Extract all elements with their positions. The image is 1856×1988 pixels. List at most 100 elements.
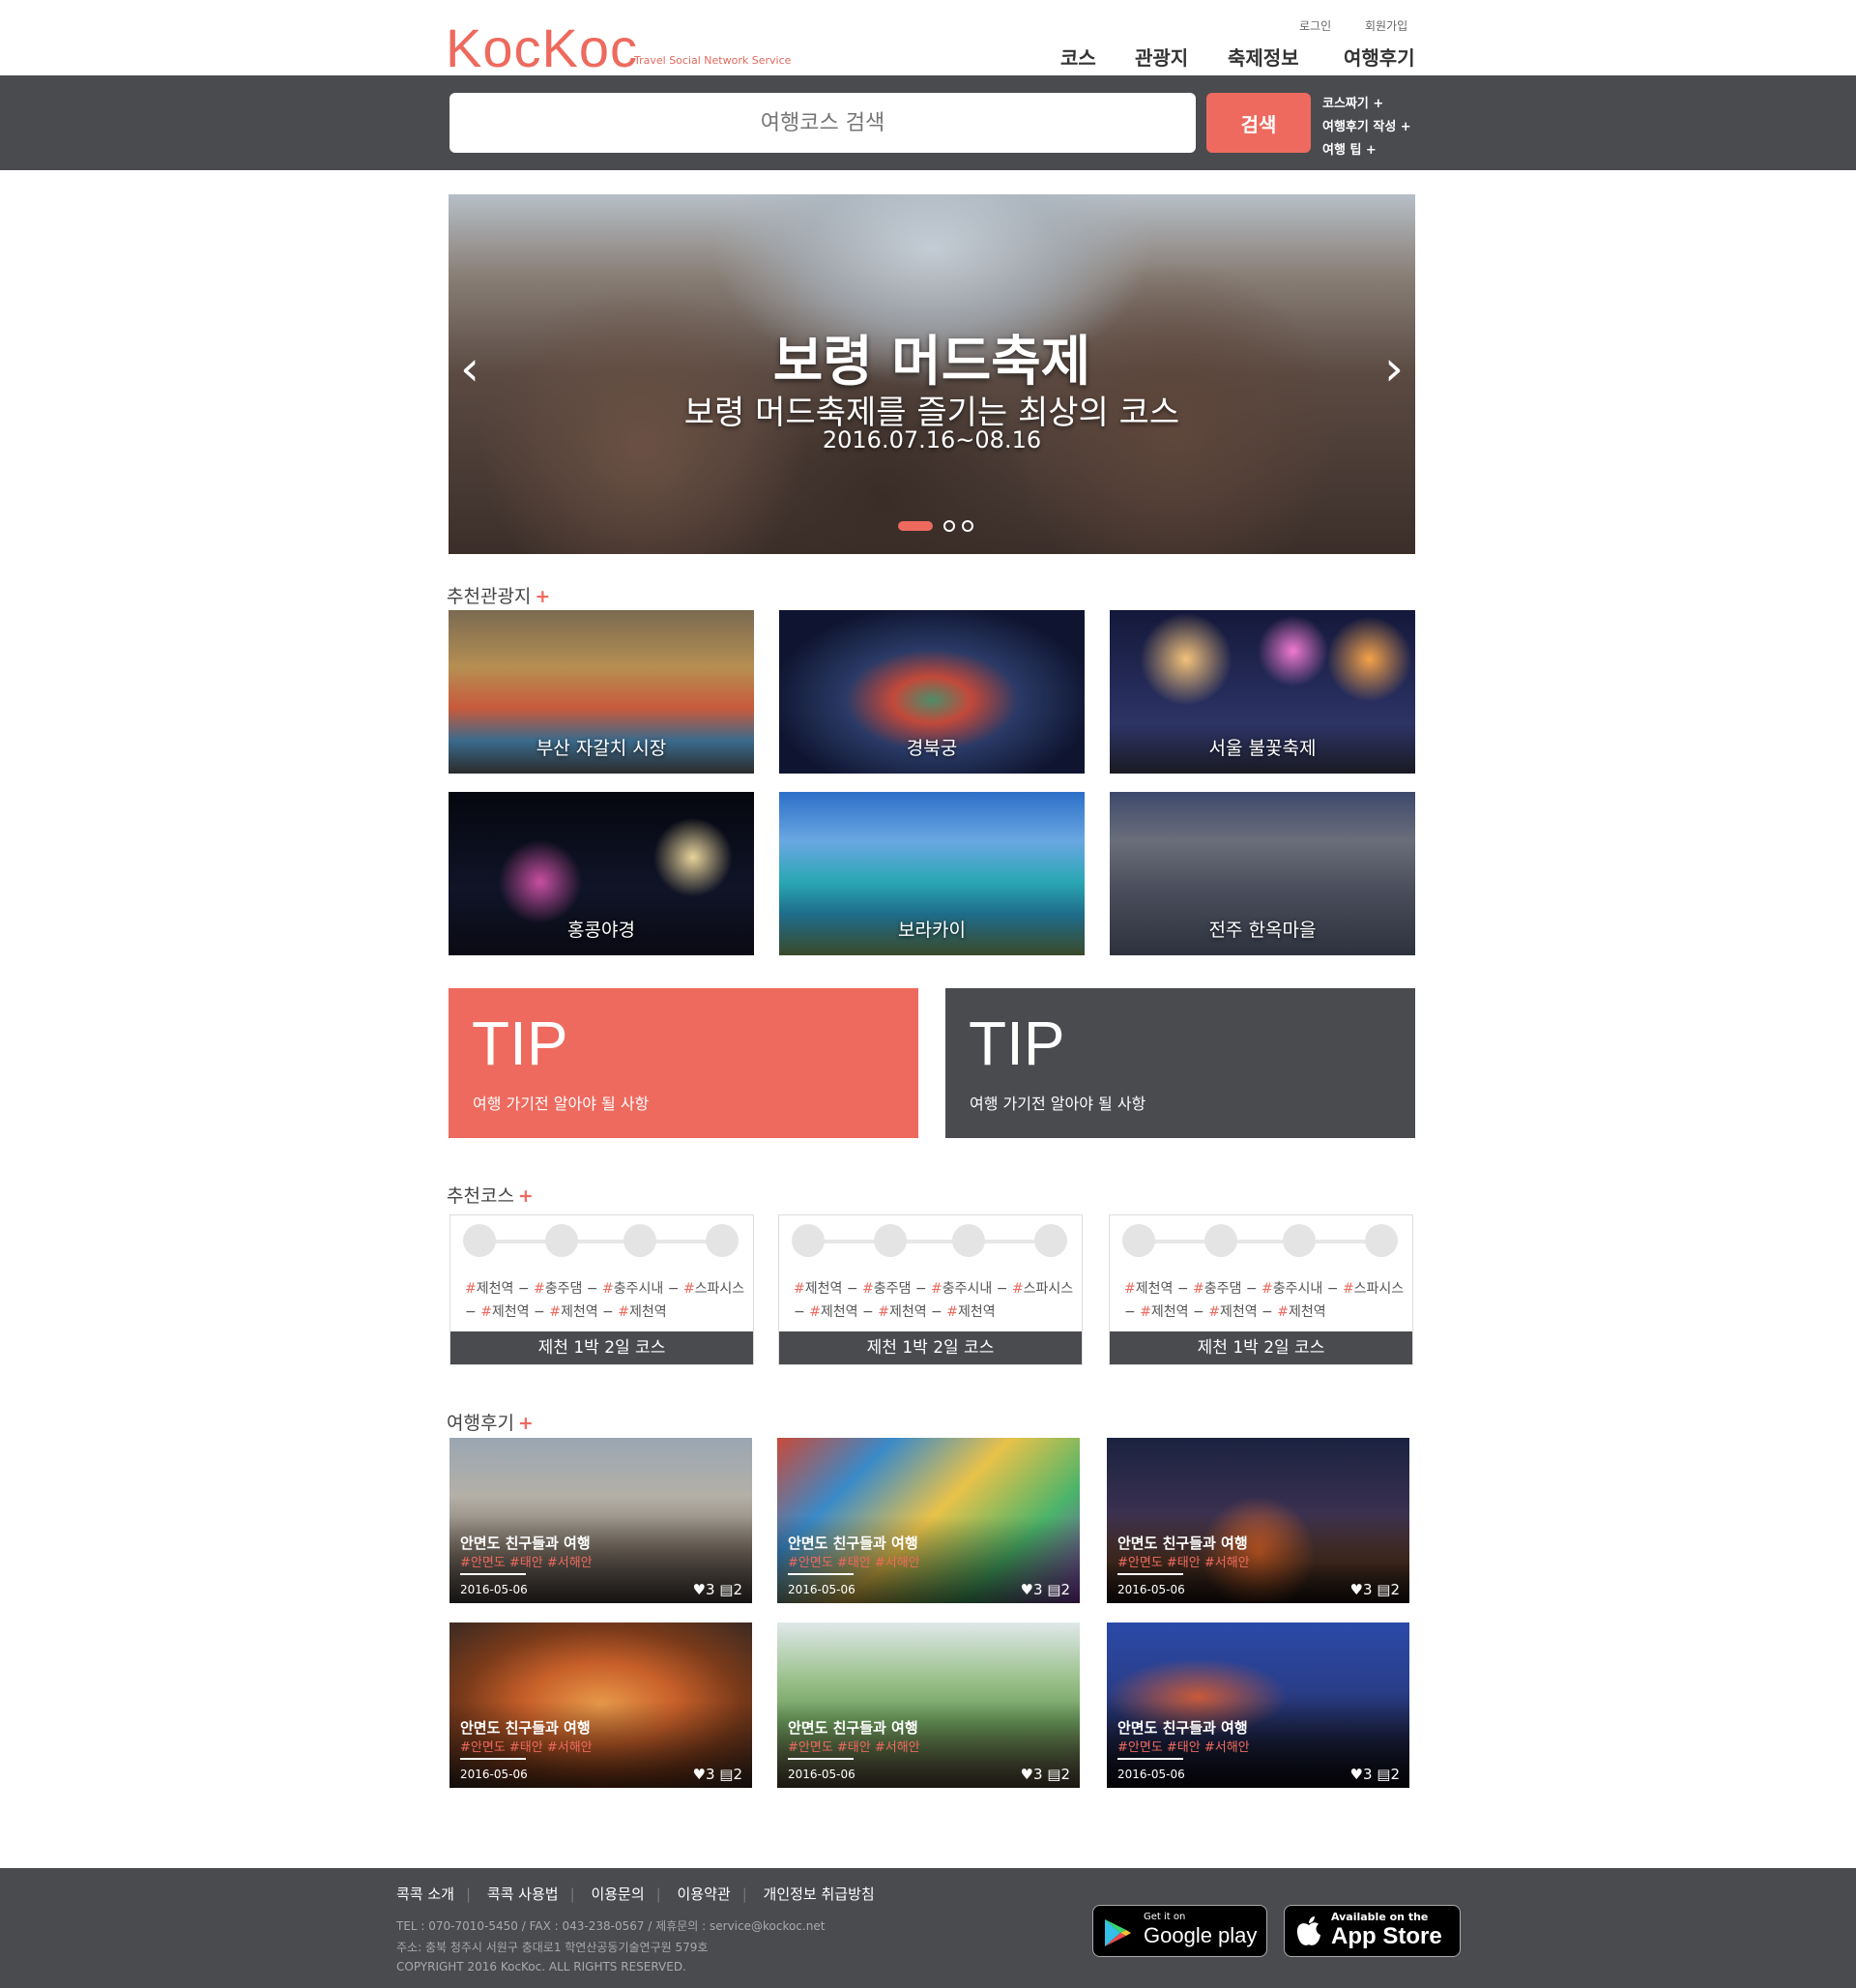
more-attractions-button[interactable]: + <box>535 586 550 607</box>
tip-subtitle: 여행 가기전 알아야 될 사항 <box>970 1095 1146 1113</box>
course-tags: #제천역 − #충주댐 − #충주시내 − #스파시스 − #제천역 − #제천… <box>1124 1281 1405 1320</box>
app-store-badge[interactable]: Available on the App Store <box>1284 1905 1461 1957</box>
nav-festival[interactable]: 축제정보 <box>1228 43 1299 71</box>
comment-icon: ▤ <box>719 1766 734 1783</box>
more-courses-button[interactable]: + <box>518 1185 534 1207</box>
course-card[interactable]: #제천역 − #충주댐 − #충주시내 − #스파시스 − #제천역 − #제천… <box>450 1214 754 1365</box>
footer-contact: TEL : 070-7010-5450 / FAX : 043-238-0567… <box>396 1919 826 1933</box>
attraction-tile[interactable]: 전주 한옥마을 <box>1110 792 1415 955</box>
review-date: 2016-05-06 <box>1117 1583 1185 1596</box>
attraction-label: 부산 자갈치 시장 <box>536 738 667 759</box>
google-play-icon <box>1105 1919 1131 1946</box>
review-stats: ♥3 ▤2 <box>1020 1766 1070 1783</box>
tip-card[interactable]: TIP 여행 가기전 알아야 될 사항 <box>449 988 918 1138</box>
section-title-text: 추천관광지 <box>447 586 532 607</box>
footer-link-contact[interactable]: 이용문의 <box>591 1886 644 1903</box>
review-date: 2016-05-06 <box>1117 1768 1185 1781</box>
attraction-label: 경북궁 <box>906 738 958 759</box>
course-node <box>792 1224 825 1257</box>
app-store-small: Available on the <box>1331 1911 1429 1923</box>
nav-reviews[interactable]: 여행후기 <box>1344 43 1415 71</box>
review-progress <box>1117 1758 1183 1760</box>
review-tags: #안면도 #태안 #서해안 <box>1117 1556 1250 1570</box>
review-tags: #안면도 #태안 #서해안 <box>1117 1740 1250 1755</box>
nav-course[interactable]: 코스 <box>1060 43 1096 71</box>
review-progress <box>460 1758 526 1760</box>
quick-link-tip[interactable]: 여행 팁 + <box>1322 139 1377 158</box>
attraction-tile[interactable]: 보라카이 <box>779 792 1085 955</box>
login-link[interactable]: 로그인 <box>1299 17 1331 34</box>
comment-icon: ▤ <box>1377 1581 1391 1598</box>
footer-copyright: COPYRIGHT 2016 KocKoc. ALL RIGHTS RESERV… <box>396 1960 686 1973</box>
footer-link-about[interactable]: 콕콕 소개 <box>396 1886 454 1903</box>
comment-icon: ▤ <box>1377 1766 1391 1783</box>
hero-banner[interactable]: ‹ › 보령 머드축제 보령 머드축제를 즐기는 최상의 코스 2016.07.… <box>449 194 1415 554</box>
review-tags: #안면도 #태안 #서해안 <box>460 1556 593 1570</box>
review-date: 2016-05-06 <box>460 1583 528 1596</box>
tip-title: TIP <box>472 1009 568 1078</box>
footer-link-howto[interactable]: 콕콕 사용법 <box>487 1886 559 1903</box>
tip-subtitle: 여행 가기전 알아야 될 사항 <box>473 1095 650 1113</box>
comment-icon: ▤ <box>1047 1581 1061 1598</box>
quick-link-review[interactable]: 여행후기 작성 + <box>1322 116 1411 134</box>
attraction-label: 보라카이 <box>898 920 966 941</box>
heart-icon: ♥ <box>692 1581 706 1598</box>
course-node <box>1283 1224 1316 1257</box>
heart-icon: ♥ <box>1349 1581 1363 1598</box>
hero-date: 2016.07.16~08.16 <box>822 426 1042 453</box>
review-tags: #안면도 #태안 #서해안 <box>788 1740 920 1755</box>
course-node <box>1204 1224 1237 1257</box>
review-card[interactable]: 안면도 친구들과 여행 #안면도 #태안 #서해안 2016-05-06 ♥3 … <box>1107 1623 1409 1788</box>
search-input[interactable] <box>450 93 1196 153</box>
review-card[interactable]: 안면도 친구들과 여행 #안면도 #태안 #서해안 2016-05-06 ♥3 … <box>1107 1438 1409 1603</box>
footer-links: 콕콕 소개 | 콕콕 사용법 | 이용문의 | 이용약관 | 개인정보 취급방침 <box>396 1886 875 1903</box>
review-card[interactable]: 안면도 친구들과 여행 #안면도 #태안 #서해안 2016-05-06 ♥3 … <box>777 1438 1080 1603</box>
quick-link-course[interactable]: 코스짜기 + <box>1322 93 1383 111</box>
footer <box>0 1868 1856 1988</box>
review-stats: ♥3 ▤2 <box>692 1581 742 1598</box>
comment-icon: ▤ <box>1047 1766 1061 1783</box>
slide-indicator[interactable] <box>962 520 973 532</box>
more-reviews-button[interactable]: + <box>518 1413 534 1434</box>
signup-link[interactable]: 회원가입 <box>1365 17 1407 34</box>
google-play-small: Get it on <box>1144 1912 1186 1922</box>
review-card[interactable]: 안면도 친구들과 여행 #안면도 #태안 #서해안 2016-05-06 ♥3 … <box>777 1623 1080 1788</box>
google-play-badge[interactable]: Get it on Google play <box>1092 1905 1267 1957</box>
attraction-tile[interactable]: 서울 불꽃축제 <box>1110 610 1415 774</box>
attraction-label: 홍콩야경 <box>567 920 635 941</box>
slide-indicator[interactable] <box>943 520 955 532</box>
attraction-tile[interactable]: 경북궁 <box>779 610 1085 774</box>
attraction-tile[interactable]: 부산 자갈치 시장 <box>449 610 754 774</box>
review-card[interactable]: 안면도 친구들과 여행 #안면도 #태안 #서해안 2016-05-06 ♥3 … <box>450 1438 752 1603</box>
nav-attractions[interactable]: 관광지 <box>1135 43 1188 71</box>
slide-indicator-active[interactable] <box>898 521 933 531</box>
footer-link-privacy[interactable]: 개인정보 취급방침 <box>764 1886 875 1903</box>
course-route-line <box>479 1240 726 1243</box>
review-card[interactable]: 안면도 친구들과 여행 #안면도 #태안 #서해안 2016-05-06 ♥3 … <box>450 1623 752 1788</box>
review-title: 안면도 친구들과 여행 <box>1117 1535 1248 1552</box>
course-card[interactable]: #제천역 − #충주댐 − #충주시내 − #스파시스 − #제천역 − #제천… <box>778 1214 1083 1365</box>
course-card[interactable]: #제천역 − #충주댐 − #충주시내 − #스파시스 − #제천역 − #제천… <box>1109 1214 1413 1365</box>
review-title: 안면도 친구들과 여행 <box>460 1719 591 1737</box>
comment-icon: ▤ <box>719 1581 734 1598</box>
heart-icon: ♥ <box>1020 1581 1033 1598</box>
attraction-tile[interactable]: 홍콩야경 <box>449 792 754 955</box>
heart-icon: ♥ <box>692 1766 706 1783</box>
attraction-label: 전주 한옥마을 <box>1208 920 1317 941</box>
footer-address: 주소: 충북 청주시 서원구 충대로1 학연산공동기술연구원 579호 <box>396 1941 709 1954</box>
review-tags: #안면도 #태안 #서해안 <box>788 1556 920 1570</box>
section-title-text: 추천코스 <box>447 1185 514 1207</box>
footer-link-terms[interactable]: 이용약관 <box>677 1886 730 1903</box>
review-stats: ♥3 ▤2 <box>1349 1581 1400 1598</box>
logo[interactable]: KocKoc <box>446 21 638 75</box>
course-tags: #제천역 − #충주댐 − #충주시내 − #스파시스 − #제천역 − #제천… <box>465 1281 745 1320</box>
review-stats: ♥3 ▤2 <box>1349 1766 1400 1783</box>
course-name: 제천 1박 2일 코스 <box>1110 1331 1412 1364</box>
heart-icon: ♥ <box>1020 1766 1033 1783</box>
search-button[interactable]: 검색 <box>1206 93 1311 153</box>
tip-card[interactable]: TIP 여행 가기전 알아야 될 사항 <box>945 988 1415 1138</box>
review-progress <box>460 1573 526 1575</box>
review-title: 안면도 친구들과 여행 <box>788 1719 918 1737</box>
course-route-line <box>1139 1240 1385 1243</box>
section-title-attractions: 추천관광지 + <box>447 582 550 608</box>
